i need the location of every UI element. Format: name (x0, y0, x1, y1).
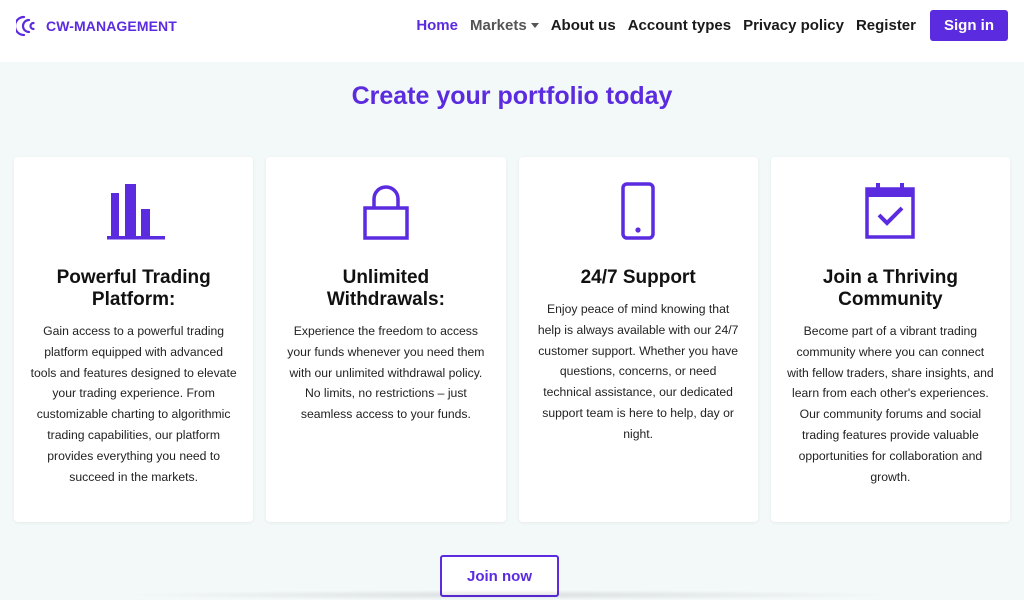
nav-account-types[interactable]: Account types (628, 17, 731, 34)
nav-markets-label: Markets (470, 16, 527, 34)
card-description: Become part of a vibrant trading communi… (787, 324, 994, 484)
bar-chart-icon (106, 184, 165, 240)
nav-register[interactable]: Register (856, 17, 916, 34)
feature-card-support: 24/7 Support Enjoy peace of mind knowing… (518, 157, 758, 522)
lock-icon (363, 185, 409, 240)
nav-privacy-policy[interactable]: Privacy policy (743, 17, 844, 34)
top-navbar: CW-MANAGEMENT Home Markets About us Acco… (0, 0, 1024, 62)
brand-name: CW-MANAGEMENT (46, 18, 177, 34)
brand-logo-link[interactable]: CW-MANAGEMENT (16, 12, 177, 40)
card-description: Gain access to a powerful trading platfo… (30, 324, 237, 484)
smartphone-icon (621, 182, 655, 240)
feature-card-withdrawals: Unlimited Withdrawals: Experience the fr… (266, 157, 506, 522)
decorative-shadow (120, 590, 900, 600)
cw-logo-icon (16, 15, 35, 37)
nav-about-us[interactable]: About us (551, 17, 616, 34)
chevron-down-icon (530, 22, 539, 28)
feature-card-community: Join a Thriving Community Become part of… (770, 157, 1010, 522)
card-title: Unlimited Withdrawals: (326, 267, 445, 310)
nav-home[interactable]: Home (416, 17, 458, 34)
nav-markets-dropdown[interactable]: Markets (470, 17, 539, 34)
card-title: Join a Thriving Community (822, 267, 958, 310)
calendar-check-icon (865, 183, 916, 239)
card-description: Enjoy peace of mind knowing that help is… (537, 302, 739, 441)
feature-card-trading-platform: Powerful Trading Platform: Gain access t… (14, 157, 254, 522)
section-title: Create your portfolio today (351, 82, 673, 110)
main-nav: Home Markets About us Account types Priv… (404, 9, 1008, 41)
card-description: Experience the freedom to access your fu… (287, 324, 485, 422)
card-title: 24/7 Support (580, 267, 696, 288)
feature-cards: Powerful Trading Platform: Gain access t… (14, 157, 1010, 522)
card-title: Powerful Trading Platform: (56, 267, 211, 310)
sign-in-button[interactable]: Sign in (930, 9, 1008, 41)
